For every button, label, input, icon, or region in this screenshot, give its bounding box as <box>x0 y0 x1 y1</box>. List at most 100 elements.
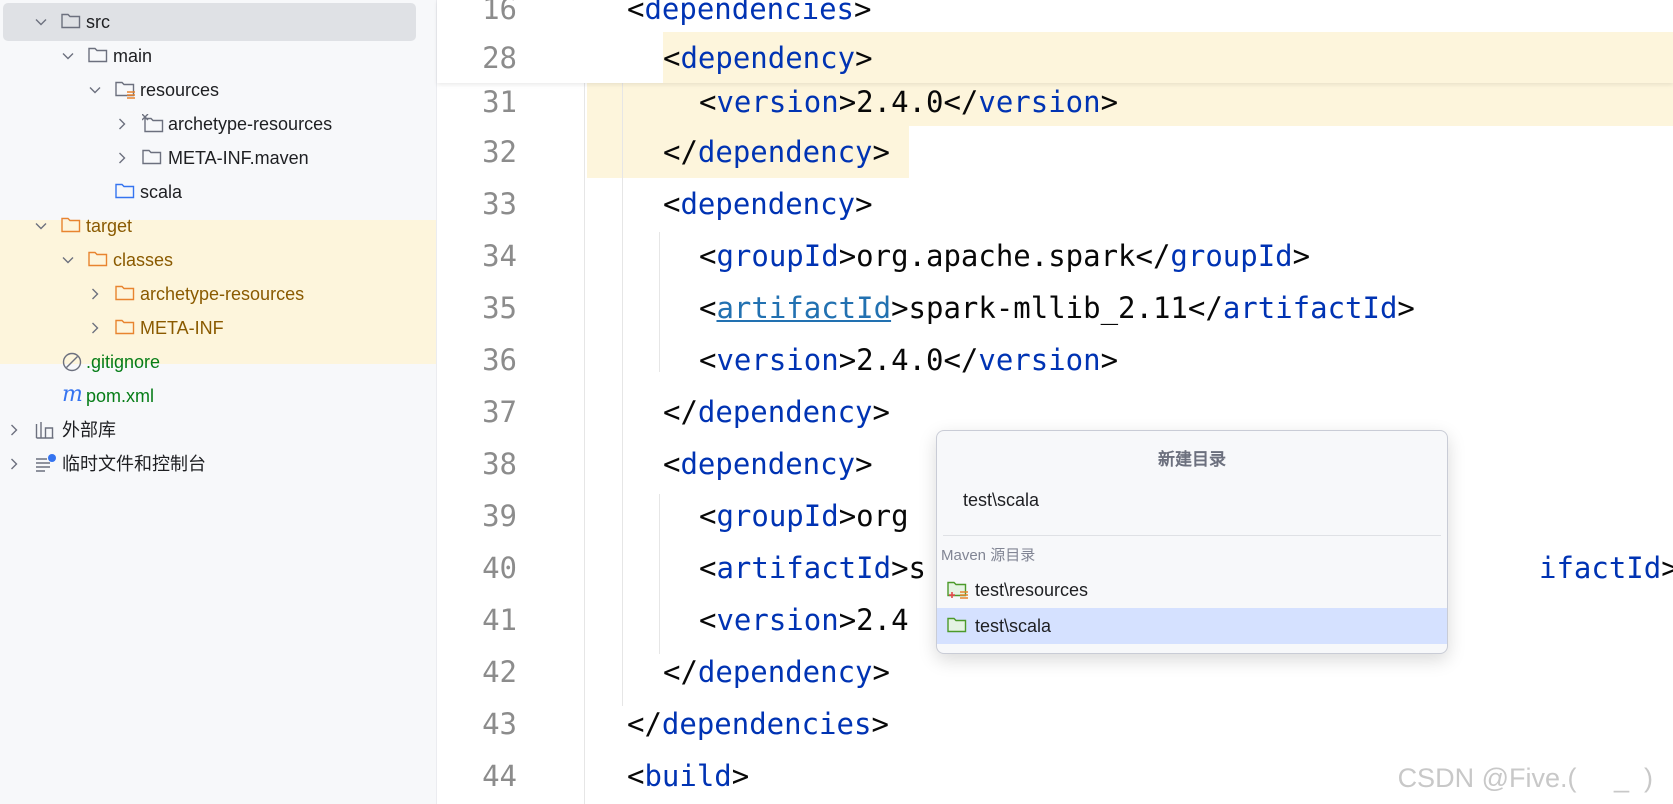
code-text: > <box>872 395 890 429</box>
line-number: 36 <box>482 343 517 377</box>
line-number: 38 <box>482 447 517 481</box>
tree-item-label: META-INF <box>140 318 224 338</box>
tree-item-label: scala <box>140 182 183 202</box>
code-text: > <box>855 41 873 75</box>
chevron-right-icon[interactable] <box>8 446 20 482</box>
tree-item-target[interactable]: target <box>0 208 436 244</box>
code-line[interactable]: </dependency> <box>663 386 890 438</box>
xml-tag: dependencies <box>661 707 872 741</box>
tree-item-label: 临时文件和控制台 <box>62 454 206 474</box>
code-text: > <box>855 187 873 221</box>
tree-item-pom[interactable]: m pom.xml <box>0 378 436 414</box>
chevron-down-icon[interactable] <box>62 38 74 74</box>
tree-item-main[interactable]: main <box>0 38 436 74</box>
chevron-down-icon[interactable] <box>35 208 47 244</box>
code-line[interactable]: <dependency> <box>663 178 873 230</box>
code-text: < <box>627 0 645 26</box>
tree-item-label: archetype-resources <box>168 114 333 134</box>
xml-tag: groupId <box>1170 239 1293 273</box>
code-text: > <box>1397 291 1415 325</box>
code-text: > <box>855 447 873 481</box>
tree-item-classes[interactable]: classes <box>0 242 436 278</box>
line-number: 41 <box>482 603 517 637</box>
tree-item-label: META-INF.maven <box>168 148 309 168</box>
code-line[interactable]: <version>2.4.0</version> <box>699 334 1118 386</box>
code-text: >s <box>891 551 926 585</box>
tree-item-label: 外部库 <box>62 420 116 440</box>
tree-item-label: target <box>86 216 133 236</box>
xml-tag: artifactId <box>1222 291 1398 325</box>
code-line[interactable]: </dependency> <box>663 646 890 698</box>
suggestion-test-scala[interactable]: test\scala <box>937 608 1447 644</box>
excluded-folder-icon <box>61 208 83 244</box>
line-number: 16 <box>482 0 517 26</box>
chevron-right-icon[interactable] <box>116 106 128 142</box>
tree-item-label: .gitignore <box>86 352 161 372</box>
tree-item-gitignore[interactable]: .gitignore <box>0 344 436 380</box>
line-number: 44 <box>482 759 517 793</box>
code-line[interactable]: </dependencies> <box>627 698 889 750</box>
code-line[interactable]: <dependency> <box>663 32 873 84</box>
code-line[interactable]: <dependencies> <box>627 0 871 35</box>
line-number: 40 <box>482 551 517 585</box>
code-text: > <box>872 655 890 689</box>
xml-tag-link[interactable]: artifactId <box>716 291 891 325</box>
suggestion-test-resources[interactable]: test\resources <box>937 572 1447 608</box>
code-line[interactable]: <groupId>org.apache.spark</groupId> <box>699 230 1310 282</box>
xml-tag: version <box>716 603 839 637</box>
xml-tag: dependency <box>697 395 873 429</box>
xml-tag: artifactId <box>716 551 892 585</box>
chevron-right-icon[interactable] <box>89 276 101 312</box>
chevron-down-icon[interactable] <box>89 72 101 108</box>
xml-tag: groupId <box>716 499 839 533</box>
chevron-right-icon[interactable] <box>89 310 101 346</box>
directory-name-input[interactable] <box>963 483 1413 517</box>
folder-icon <box>142 140 164 176</box>
code-line[interactable]: <build> <box>627 750 749 802</box>
tree-item-scratches[interactable]: 临时文件和控制台 <box>0 446 436 482</box>
code-line-tail[interactable]: ifactId> <box>1539 542 1673 594</box>
code-text: </ <box>663 135 698 169</box>
code-text: > <box>1292 239 1311 273</box>
tree-item-label: classes <box>113 250 174 270</box>
code-line[interactable]: <version>2.4 <box>699 594 909 646</box>
chevron-right-icon[interactable] <box>116 140 128 176</box>
code-text: < <box>627 759 645 793</box>
test-source-folder-icon <box>947 616 969 639</box>
code-text: < <box>663 187 681 221</box>
tree-item-archetype-resources[interactable]: archetype-resources <box>0 106 436 142</box>
source-folder-icon <box>115 174 137 210</box>
xml-tag: groupId <box>716 239 839 273</box>
xml-tag: dependency <box>697 135 873 169</box>
code-text: >2.4 <box>838 603 909 637</box>
code-line[interactable]: </dependency> <box>663 126 890 178</box>
code-text: >2.4.0</ <box>838 343 979 377</box>
chevron-down-icon[interactable] <box>35 4 47 40</box>
code-text: > <box>871 707 889 741</box>
code-text: </ <box>663 395 698 429</box>
code-line[interactable]: <artifactId>s <box>699 542 926 594</box>
test-resources-folder-icon <box>947 580 971 605</box>
line-number: 28 <box>482 41 517 75</box>
excluded-folder-icon <box>115 276 137 312</box>
code-line[interactable]: <artifactId>spark-mllib_2.11</artifactId… <box>699 282 1415 334</box>
code-line[interactable]: <dependency> <box>663 438 873 490</box>
code-line[interactable]: <groupId>org <box>699 490 909 542</box>
tree-item-resources[interactable]: resources <box>0 72 436 108</box>
code-editor[interactable]: 16 <dependencies> 28 <dependency> 31 <ve… <box>437 0 1673 804</box>
excluded-folder-icon <box>88 242 110 278</box>
chevron-right-icon[interactable] <box>8 412 20 448</box>
code-text: < <box>699 343 717 377</box>
tree-item-archetype-resources-target[interactable]: archetype-resources <box>0 276 436 312</box>
line-number: 33 <box>482 187 517 221</box>
library-icon <box>35 412 57 448</box>
tree-item-scala[interactable]: scala <box>0 174 436 210</box>
indent-guide <box>659 232 660 372</box>
indent-guide <box>659 494 660 654</box>
tree-item-external-libraries[interactable]: 外部库 <box>0 412 436 448</box>
line-number: 43 <box>482 707 517 741</box>
chevron-down-icon[interactable] <box>62 242 74 278</box>
tree-item-meta-inf[interactable]: META-INF <box>0 310 436 346</box>
tree-item-meta-inf-maven[interactable]: META-INF.maven <box>0 140 436 176</box>
tree-item-src[interactable]: src <box>0 3 436 41</box>
